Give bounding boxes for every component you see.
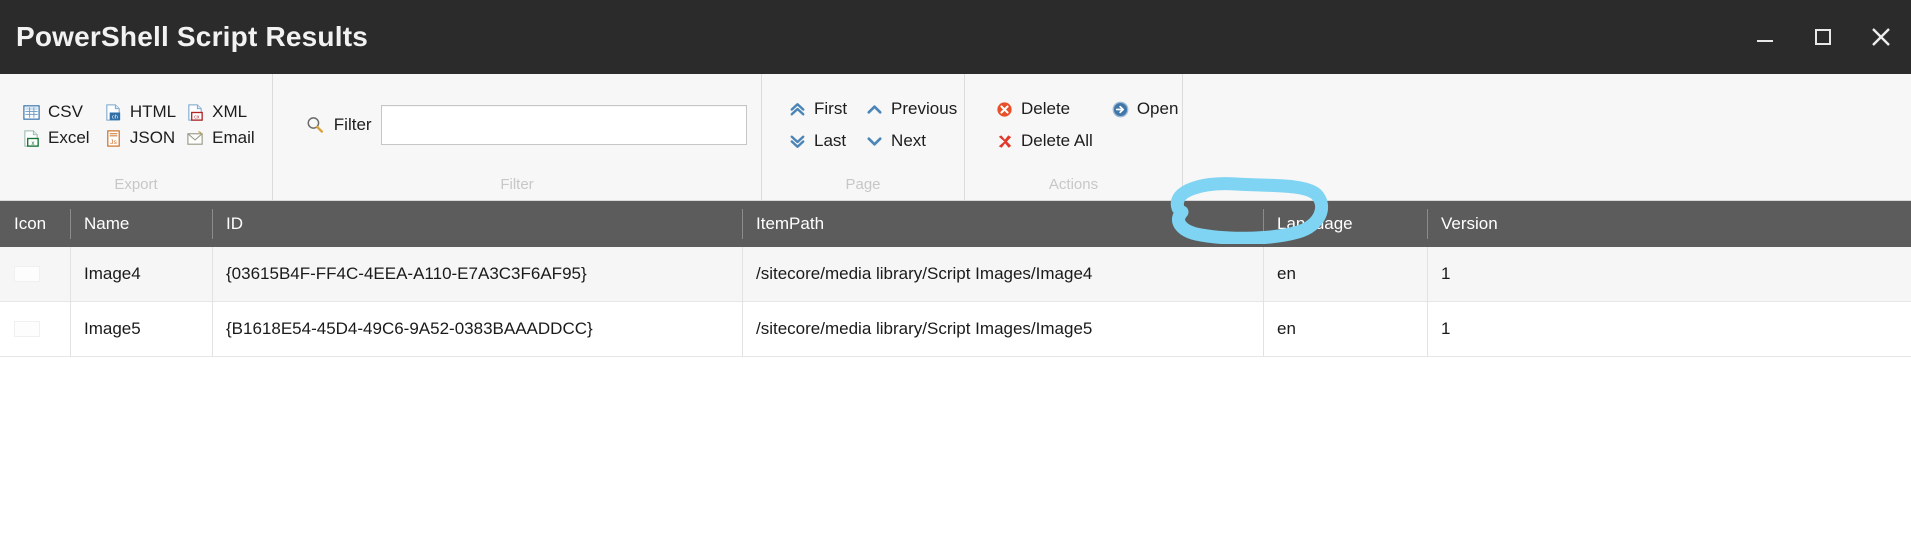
svg-text:cx: cx — [194, 114, 200, 120]
page-previous-button[interactable]: Previous — [865, 99, 957, 119]
delete-circle-icon — [997, 101, 1012, 117]
column-header-icon[interactable]: Icon — [0, 209, 70, 239]
image-thumbnail — [14, 321, 40, 337]
filter-input[interactable] — [380, 105, 747, 145]
image-thumbnail — [14, 266, 40, 282]
json-icon: Js — [107, 129, 120, 147]
export-csv-button[interactable]: CSV — [22, 99, 94, 125]
html-icon: ch — [106, 103, 121, 121]
row-id-cell: {03615B4F-FF4C-4EEA-A110-E7A3C3F6AF95} — [212, 246, 742, 302]
page-last-label: Last — [814, 131, 847, 150]
export-email-button[interactable]: Email — [186, 125, 258, 151]
table-row[interactable]: Image5 {B1618E54-45D4-49C6-9A52-0383BAAA… — [0, 301, 1911, 357]
csv-icon — [23, 104, 40, 120]
ribbon-group-page: First Previous Last Next Page — [761, 74, 964, 200]
svg-text:Js: Js — [110, 139, 117, 146]
close-button[interactable] — [1865, 21, 1897, 53]
email-icon — [187, 130, 203, 145]
column-header-itempath[interactable]: ItemPath — [742, 209, 1263, 239]
export-csv-label: CSV — [48, 102, 83, 121]
table-header-row: Icon Name ID ItemPath Language Version — [0, 201, 1911, 247]
column-header-id[interactable]: ID — [212, 209, 742, 239]
row-id-cell: {B1618E54-45D4-49C6-9A52-0383BAAADDCC} — [212, 301, 742, 357]
page-first-label: First — [814, 99, 848, 118]
chevron-up-icon — [867, 104, 882, 114]
row-icon-cell — [0, 247, 70, 302]
export-group-caption: Export — [114, 176, 158, 193]
results-table: Icon Name ID ItemPath Language Version I… — [0, 201, 1911, 517]
title-bar: PowerShell Script Results — [0, 0, 1911, 74]
open-arrow-icon — [1112, 101, 1129, 117]
column-header-language[interactable]: Language — [1263, 209, 1427, 239]
search-icon — [307, 117, 324, 133]
ribbon-group-filter: Filter Filter — [272, 74, 761, 200]
export-excel-button[interactable]: x Excel — [22, 125, 94, 151]
excel-icon: x — [24, 129, 39, 146]
export-email-label: Email — [212, 128, 255, 147]
maximize-button[interactable] — [1807, 21, 1839, 53]
open-label: Open — [1136, 99, 1179, 118]
column-header-version[interactable]: Version — [1427, 209, 1911, 239]
page-next-label: Next — [891, 131, 927, 150]
row-itempath-cell: /sitecore/media library/Script Images/Im… — [742, 301, 1263, 357]
table-empty-area — [0, 357, 1911, 517]
svg-text:ch: ch — [112, 114, 118, 120]
open-button[interactable]: Open — [1111, 99, 1179, 119]
delete-x-icon — [998, 134, 1012, 148]
export-html-label: HTML — [129, 102, 177, 121]
actions-group-caption: Actions — [1048, 176, 1099, 193]
export-xml-label: XML — [212, 102, 248, 121]
row-version-cell: 1 — [1427, 301, 1911, 357]
export-json-button[interactable]: Js JSON — [104, 125, 176, 151]
ribbon-empty-area — [1182, 74, 1911, 200]
page-previous-label: Previous — [891, 99, 958, 118]
ribbon-group-export: CSV ch HTML cx XML x Excel Js JSON Email… — [0, 74, 272, 200]
export-actions: CSV ch HTML cx XML x Excel Js JSON Email — [14, 99, 258, 151]
window-controls — [1749, 0, 1897, 74]
xml-icon: cx — [188, 103, 203, 121]
ribbon-toolbar: CSV ch HTML cx XML x Excel Js JSON Email… — [0, 74, 1911, 244]
export-xml-button[interactable]: cx XML — [186, 99, 258, 125]
filter-group-caption: Filter — [500, 176, 534, 193]
filter-label: Filter — [333, 115, 372, 134]
export-html-button[interactable]: ch HTML — [104, 99, 176, 125]
row-itempath-cell: /sitecore/media library/Script Images/Im… — [742, 246, 1263, 302]
page-last-button[interactable]: Last — [788, 131, 847, 151]
export-excel-label: Excel — [48, 128, 90, 147]
delete-button[interactable]: Delete — [995, 99, 1093, 119]
chevron-down-icon — [867, 136, 882, 146]
export-json-label: JSON — [129, 128, 176, 147]
delete-label: Delete — [1021, 99, 1071, 118]
minimize-button[interactable] — [1749, 21, 1781, 53]
window-title: PowerShell Script Results — [16, 21, 368, 52]
column-header-name[interactable]: Name — [70, 209, 212, 239]
double-chevron-up-icon — [790, 102, 805, 115]
ribbon-group-actions: Delete Open Delete All Actions — [964, 74, 1182, 200]
row-language-cell: en — [1263, 301, 1427, 357]
row-version-cell: 1 — [1427, 246, 1911, 302]
row-name-cell: Image5 — [70, 301, 212, 357]
delete-all-label: Delete All — [1021, 131, 1093, 150]
page-first-button[interactable]: First — [788, 99, 847, 119]
row-language-cell: en — [1263, 246, 1427, 302]
page-next-button[interactable]: Next — [865, 131, 957, 151]
row-icon-cell — [0, 302, 70, 357]
page-group-caption: Page — [845, 176, 881, 193]
delete-all-button[interactable]: Delete All — [995, 131, 1093, 151]
double-chevron-down-icon — [790, 135, 805, 148]
row-name-cell: Image4 — [70, 246, 212, 302]
table-row[interactable]: Image4 {03615B4F-FF4C-4EEA-A110-E7A3C3F6… — [0, 246, 1911, 302]
